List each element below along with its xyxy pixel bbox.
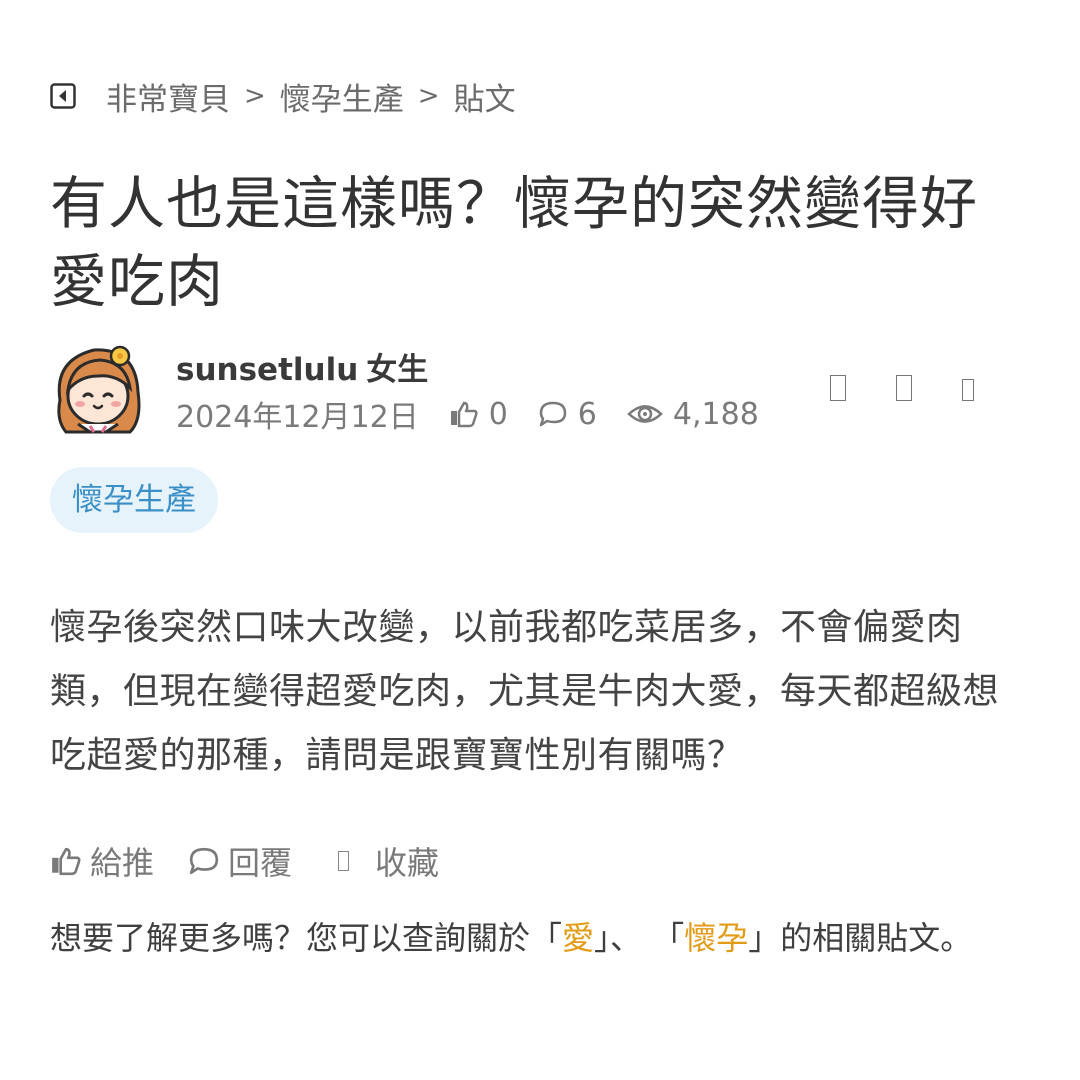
more-icon[interactable] — [896, 375, 912, 401]
eye-icon — [627, 405, 663, 423]
back-icon[interactable] — [50, 83, 76, 109]
view-count: 4,188 — [627, 397, 759, 432]
like-count-value: 0 — [488, 396, 508, 432]
reply-button-label: 回覆 — [228, 844, 293, 882]
related-suffix: 」的相關貼文。 — [748, 919, 973, 957]
thumbs-up-icon — [52, 847, 81, 876]
comment-count-value: 6 — [577, 396, 597, 432]
related-keyword-pregnancy[interactable]: 懷孕 — [684, 919, 748, 957]
comment-icon — [539, 401, 567, 427]
view-count-value: 4,188 — [672, 396, 759, 432]
comment-icon — [189, 847, 219, 875]
share-icon[interactable] — [830, 375, 846, 401]
thumbs-up-icon — [450, 401, 478, 428]
reply-button[interactable]: 回覆 — [188, 838, 292, 884]
like-count: 0 — [449, 397, 508, 432]
related-middle: 」、 「 — [594, 919, 685, 957]
comment-count: 6 — [538, 397, 597, 432]
breadcrumb-separator: > — [244, 81, 266, 111]
post-date: 2024年12月12日 — [176, 400, 419, 435]
breadcrumb-board[interactable]: 懷孕生產 — [280, 74, 404, 119]
bookmark-icon — [338, 851, 350, 871]
breadcrumb-current: 貼文 — [453, 81, 516, 118]
post-tool-icons — [830, 375, 974, 401]
save-button[interactable]: 收藏 — [326, 838, 439, 884]
breadcrumb-separator: > — [417, 81, 440, 111]
post-content: 懷孕後突然口味大改變，以前我都吃菜居多，不會偏愛肉類，但現在變得超愛吃肉，尤其是… — [50, 607, 1000, 776]
avatar[interactable] — [50, 340, 146, 436]
author-gender: 女生 — [366, 352, 429, 388]
breadcrumb-forum[interactable]: 非常寶貝 — [106, 74, 230, 119]
report-icon[interactable] — [962, 379, 974, 401]
save-button-label: 收藏 — [375, 844, 440, 882]
board-tag[interactable]: 懷孕生產 — [50, 467, 218, 533]
post-actions: 給推 回覆 收藏 — [50, 838, 473, 884]
breadcrumb: 非常寶貝 > 懷孕生產 > 貼文 — [50, 74, 516, 119]
like-button[interactable]: 給推 — [50, 838, 154, 884]
author-name[interactable]: sunsetlulu — [176, 352, 358, 388]
related-prefix: 想要了解更多嗎？您可以查詢關於「 — [50, 919, 563, 957]
post-meta: 2024年12月12日 0 6 4,188 — [176, 392, 759, 436]
like-button-label: 給推 — [90, 844, 155, 882]
author-line: sunsetlulu 女生 — [176, 344, 428, 389]
post-title: 有人也是這樣嗎？懷孕的突然變得好愛吃肉 — [50, 171, 978, 315]
related-search-text: 想要了解更多嗎？您可以查詢關於「愛」、 「懷孕」的相關貼文。 — [50, 912, 980, 964]
related-keyword-love[interactable]: 愛 — [562, 919, 594, 957]
